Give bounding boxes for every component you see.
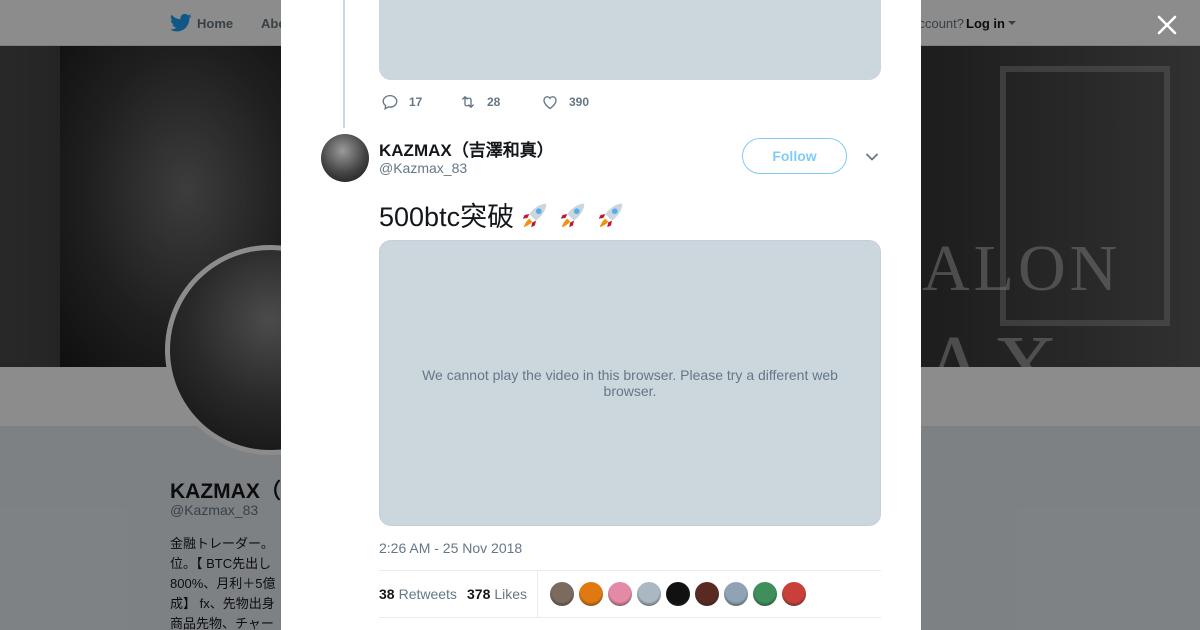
rocket-icon	[560, 203, 585, 227]
thread-line	[343, 0, 345, 128]
tweet-text-content: 500btc突破	[379, 202, 515, 232]
author-name[interactable]: KAZMAX（吉澤和真）	[379, 136, 554, 161]
liker-avatar[interactable]	[666, 582, 690, 606]
liker-avatar[interactable]	[550, 582, 574, 606]
liker-avatar[interactable]	[724, 582, 748, 606]
liker-avatars	[550, 582, 811, 606]
liker-avatar[interactable]	[637, 582, 661, 606]
retweet-action[interactable]: 28	[459, 93, 500, 111]
likes-label: Likes	[494, 586, 528, 602]
retweet-count: 28	[487, 95, 501, 109]
tweet-text: 500btc突破	[379, 195, 628, 234]
follow-button[interactable]: Follow	[742, 138, 847, 174]
retweet-icon	[462, 96, 474, 108]
retweets-stat[interactable]: 38 Retweets	[379, 586, 457, 602]
tweet-modal: 17 28 390 KAZMAX（吉澤和真） @Kazmax_83 Follow…	[281, 0, 921, 630]
like-count: 390	[569, 95, 590, 109]
video-unsupported-message: We cannot play the video in this browser…	[422, 367, 838, 399]
like-action[interactable]: 390	[541, 93, 589, 111]
rocket-icon	[522, 203, 547, 227]
reply-count: 17	[409, 95, 423, 109]
tweet-stats: 38 Retweets 378 Likes	[379, 570, 881, 618]
retweets-count: 38	[379, 586, 395, 602]
previous-tweet-media[interactable]	[379, 0, 881, 80]
likes-count: 378	[467, 586, 491, 602]
liker-avatar[interactable]	[608, 582, 632, 606]
chevron-down-icon[interactable]	[865, 150, 879, 164]
liker-avatar[interactable]	[782, 582, 806, 606]
video-player[interactable]: We cannot play the video in this browser…	[379, 240, 881, 526]
tweet-timestamp[interactable]: 2:26 AM - 25 Nov 2018	[379, 540, 522, 556]
reply-icon	[382, 94, 398, 111]
stats-divider	[537, 571, 538, 618]
author-handle[interactable]: @Kazmax_83	[379, 160, 467, 176]
heart-icon	[543, 96, 557, 110]
likes-stat[interactable]: 378 Likes	[467, 586, 527, 602]
close-icon[interactable]	[1154, 12, 1180, 38]
liker-avatar[interactable]	[753, 582, 777, 606]
liker-avatar[interactable]	[579, 582, 603, 606]
author-avatar[interactable]	[321, 134, 369, 182]
retweets-label: Retweets	[398, 586, 457, 602]
reply-action[interactable]: 17	[381, 93, 422, 111]
liker-avatar[interactable]	[695, 582, 719, 606]
rocket-icon	[598, 203, 623, 227]
